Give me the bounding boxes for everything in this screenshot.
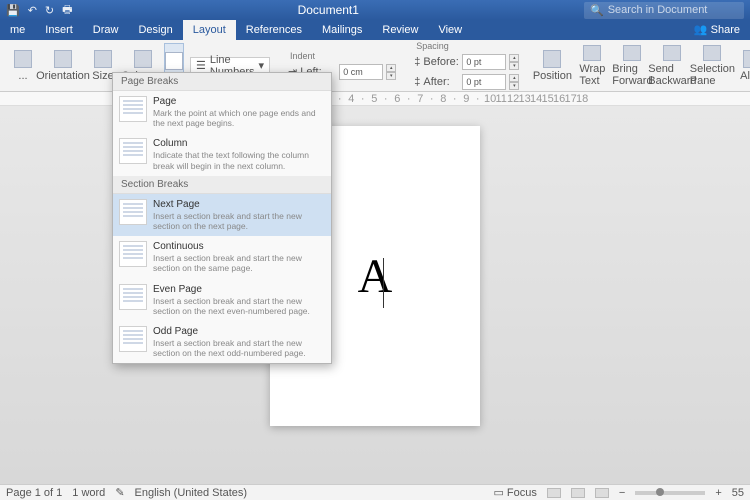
odd-page-break-icon [119, 326, 147, 352]
indent-left-spinner[interactable]: ▴▾ [386, 64, 396, 80]
tab-references[interactable]: References [236, 20, 312, 40]
tab-layout[interactable]: Layout [183, 20, 236, 40]
spacing-before-input[interactable]: 0 pt [462, 54, 506, 70]
search-icon: 🔍 [590, 4, 604, 17]
statusbar: Page 1 of 1 1 word ✎ English (United Sta… [0, 484, 750, 500]
break-page[interactable]: PageMark the point at which one page end… [113, 91, 331, 133]
view-web-icon[interactable] [571, 488, 585, 498]
page-break-icon [119, 96, 147, 122]
align-button[interactable]: Align [733, 43, 750, 89]
bring-forward-button[interactable]: Bring Forward [613, 43, 651, 89]
send-backward-button[interactable]: Send Backward [653, 43, 691, 89]
print-icon[interactable]: 🖶 [62, 1, 72, 20]
section-breaks-header: Section Breaks [113, 176, 331, 194]
indent-left-input[interactable]: 0 cm [339, 64, 383, 80]
break-continuous[interactable]: ContinuousInsert a section break and sta… [113, 236, 331, 278]
break-even-page[interactable]: Even PageInsert a section break and star… [113, 279, 331, 321]
tab-mailings[interactable]: Mailings [312, 20, 372, 40]
break-next-page[interactable]: Next PageInsert a section break and star… [113, 194, 331, 236]
tab-home[interactable]: me [0, 20, 35, 40]
undo-icon[interactable]: ↶ [28, 4, 37, 17]
text-direction-button[interactable]: ... [4, 43, 42, 89]
wrap-text-button[interactable]: Wrap Text [573, 43, 611, 89]
tab-draw[interactable]: Draw [83, 20, 129, 40]
text-cursor [383, 258, 384, 308]
save-icon[interactable]: 💾 [6, 4, 20, 17]
tab-insert[interactable]: Insert [35, 20, 83, 40]
tab-view[interactable]: View [428, 20, 472, 40]
word-count[interactable]: 1 word [72, 487, 105, 499]
page-count[interactable]: Page 1 of 1 [6, 487, 62, 499]
zoom-in[interactable]: + [715, 487, 721, 499]
position-button[interactable]: Position [533, 43, 571, 89]
view-print-icon[interactable] [547, 488, 561, 498]
search-box[interactable]: 🔍 Search in Document [584, 2, 744, 19]
zoom-value[interactable]: 55 [732, 487, 744, 499]
column-break-icon [119, 138, 147, 164]
breaks-dropdown: Page Breaks PageMark the point at which … [112, 72, 332, 364]
even-page-break-icon [119, 284, 147, 310]
page-text: A [358, 249, 393, 304]
spacing-after-spinner[interactable]: ▴▾ [509, 74, 519, 90]
next-page-break-icon [119, 199, 147, 225]
redo-icon[interactable]: ↻ [45, 4, 54, 17]
spacing-group: Spacing ‡Before:0 pt▴▾ ‡After:0 pt▴▾ [410, 41, 523, 91]
selection-pane-button[interactable]: Selection Pane [693, 43, 731, 89]
page-breaks-header: Page Breaks [113, 73, 331, 91]
share-button[interactable]: 👥 Share [684, 19, 750, 40]
break-odd-page[interactable]: Odd PageInsert a section break and start… [113, 321, 331, 363]
tab-review[interactable]: Review [372, 20, 428, 40]
break-column[interactable]: ColumnIndicate that the text following t… [113, 133, 331, 175]
spacing-before-spinner[interactable]: ▴▾ [509, 54, 519, 70]
titlebar: 💾 ↶ ↻ 🖶 Document1 🔍 Search in Document [0, 0, 750, 20]
quick-access-toolbar: 💾 ↶ ↻ 🖶 [6, 1, 73, 20]
orientation-button[interactable]: Orientation [44, 43, 82, 89]
ribbon-tabs: me Insert Draw Design Layout References … [0, 20, 750, 40]
zoom-out[interactable]: − [619, 487, 625, 499]
spacing-after-input[interactable]: 0 pt [462, 74, 506, 90]
tab-design[interactable]: Design [128, 20, 182, 40]
continuous-break-icon [119, 241, 147, 267]
focus-mode[interactable]: ▭ Focus [493, 486, 536, 499]
search-placeholder: Search in Document [608, 4, 708, 16]
spellcheck-icon[interactable]: ✎ [115, 486, 124, 499]
view-outline-icon[interactable] [595, 488, 609, 498]
zoom-slider[interactable] [635, 491, 705, 495]
language[interactable]: English (United States) [135, 487, 248, 499]
document-title: Document1 [73, 3, 584, 17]
